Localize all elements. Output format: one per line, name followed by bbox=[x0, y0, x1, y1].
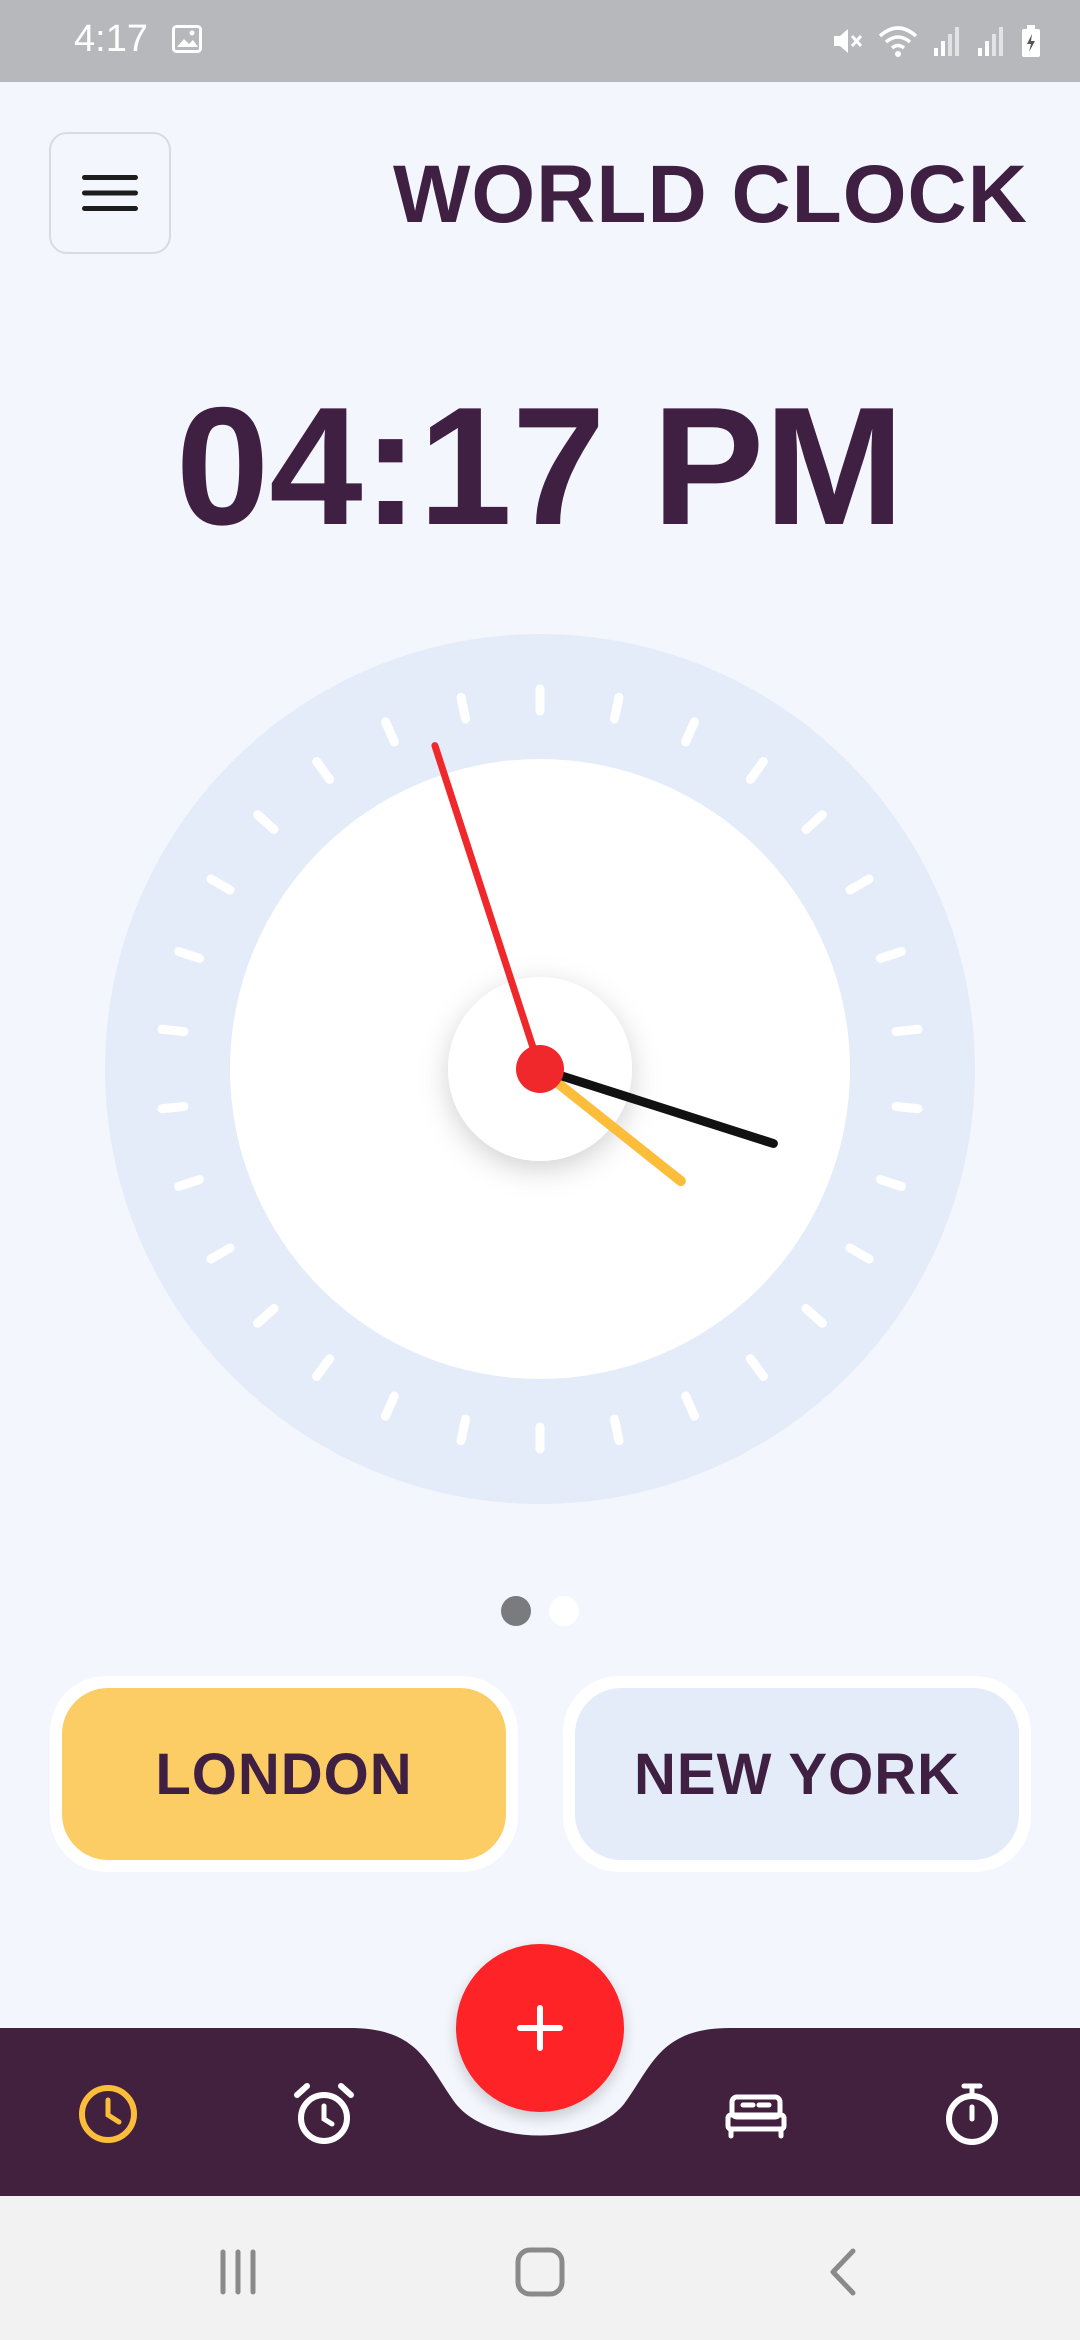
signal-icon bbox=[934, 27, 959, 56]
clock-center-dot bbox=[516, 1045, 564, 1093]
clock-tick bbox=[891, 1101, 923, 1114]
stopwatch-icon bbox=[946, 2083, 998, 2145]
clock-tick bbox=[456, 692, 471, 724]
add-city-button[interactable] bbox=[456, 1944, 624, 2112]
page-dot[interactable] bbox=[549, 1596, 579, 1626]
gallery-icon bbox=[172, 25, 202, 53]
status-icons bbox=[830, 20, 1042, 62]
analog-clock[interactable] bbox=[105, 634, 975, 1504]
menu-button[interactable] bbox=[49, 132, 171, 254]
wifi-icon bbox=[878, 26, 918, 57]
digital-time: 04:17 PM bbox=[175, 372, 905, 560]
recent-apps-button[interactable] bbox=[198, 2232, 278, 2312]
page-indicator bbox=[0, 1596, 1080, 1630]
clock-tick bbox=[456, 1414, 471, 1446]
clock-tick bbox=[891, 1024, 923, 1037]
bed-icon bbox=[725, 2094, 787, 2139]
city-label-london: LONDON bbox=[62, 1688, 506, 1860]
clock-icon bbox=[79, 2085, 137, 2143]
signal-icon bbox=[978, 27, 1003, 56]
clock-tick bbox=[157, 1101, 189, 1114]
nav-item-bedtime[interactable] bbox=[716, 2074, 796, 2154]
back-icon bbox=[830, 2248, 856, 2296]
nav-item-alarm[interactable] bbox=[284, 2074, 364, 2154]
recent-apps-icon bbox=[220, 2249, 256, 2295]
mute-icon bbox=[834, 29, 863, 53]
nav-item-world-clock[interactable] bbox=[68, 2074, 148, 2154]
home-button[interactable] bbox=[500, 2232, 580, 2312]
city-button-london[interactable]: LONDON bbox=[50, 1676, 518, 1872]
back-button[interactable] bbox=[804, 2232, 884, 2312]
alarm-icon bbox=[294, 2083, 354, 2144]
city-label-new-york: NEW YORK bbox=[575, 1688, 1019, 1860]
page-title: WORLD CLOCK bbox=[392, 149, 1028, 240]
clock-tick bbox=[157, 1024, 189, 1037]
clock-tick bbox=[609, 692, 624, 724]
status-bar: 4:17 bbox=[0, 0, 1080, 82]
page-dot-active[interactable] bbox=[501, 1596, 531, 1626]
status-time: 4:17 bbox=[74, 18, 148, 60]
system-nav-bar bbox=[0, 2196, 1080, 2340]
battery-charging-icon bbox=[1022, 25, 1040, 57]
hamburger-menu-icon bbox=[82, 175, 138, 211]
city-button-new-york[interactable]: NEW YORK bbox=[563, 1676, 1031, 1872]
home-icon bbox=[515, 2247, 565, 2297]
plus-icon bbox=[517, 2005, 563, 2051]
nav-item-stopwatch[interactable] bbox=[932, 2074, 1012, 2154]
clock-tick bbox=[609, 1414, 624, 1446]
